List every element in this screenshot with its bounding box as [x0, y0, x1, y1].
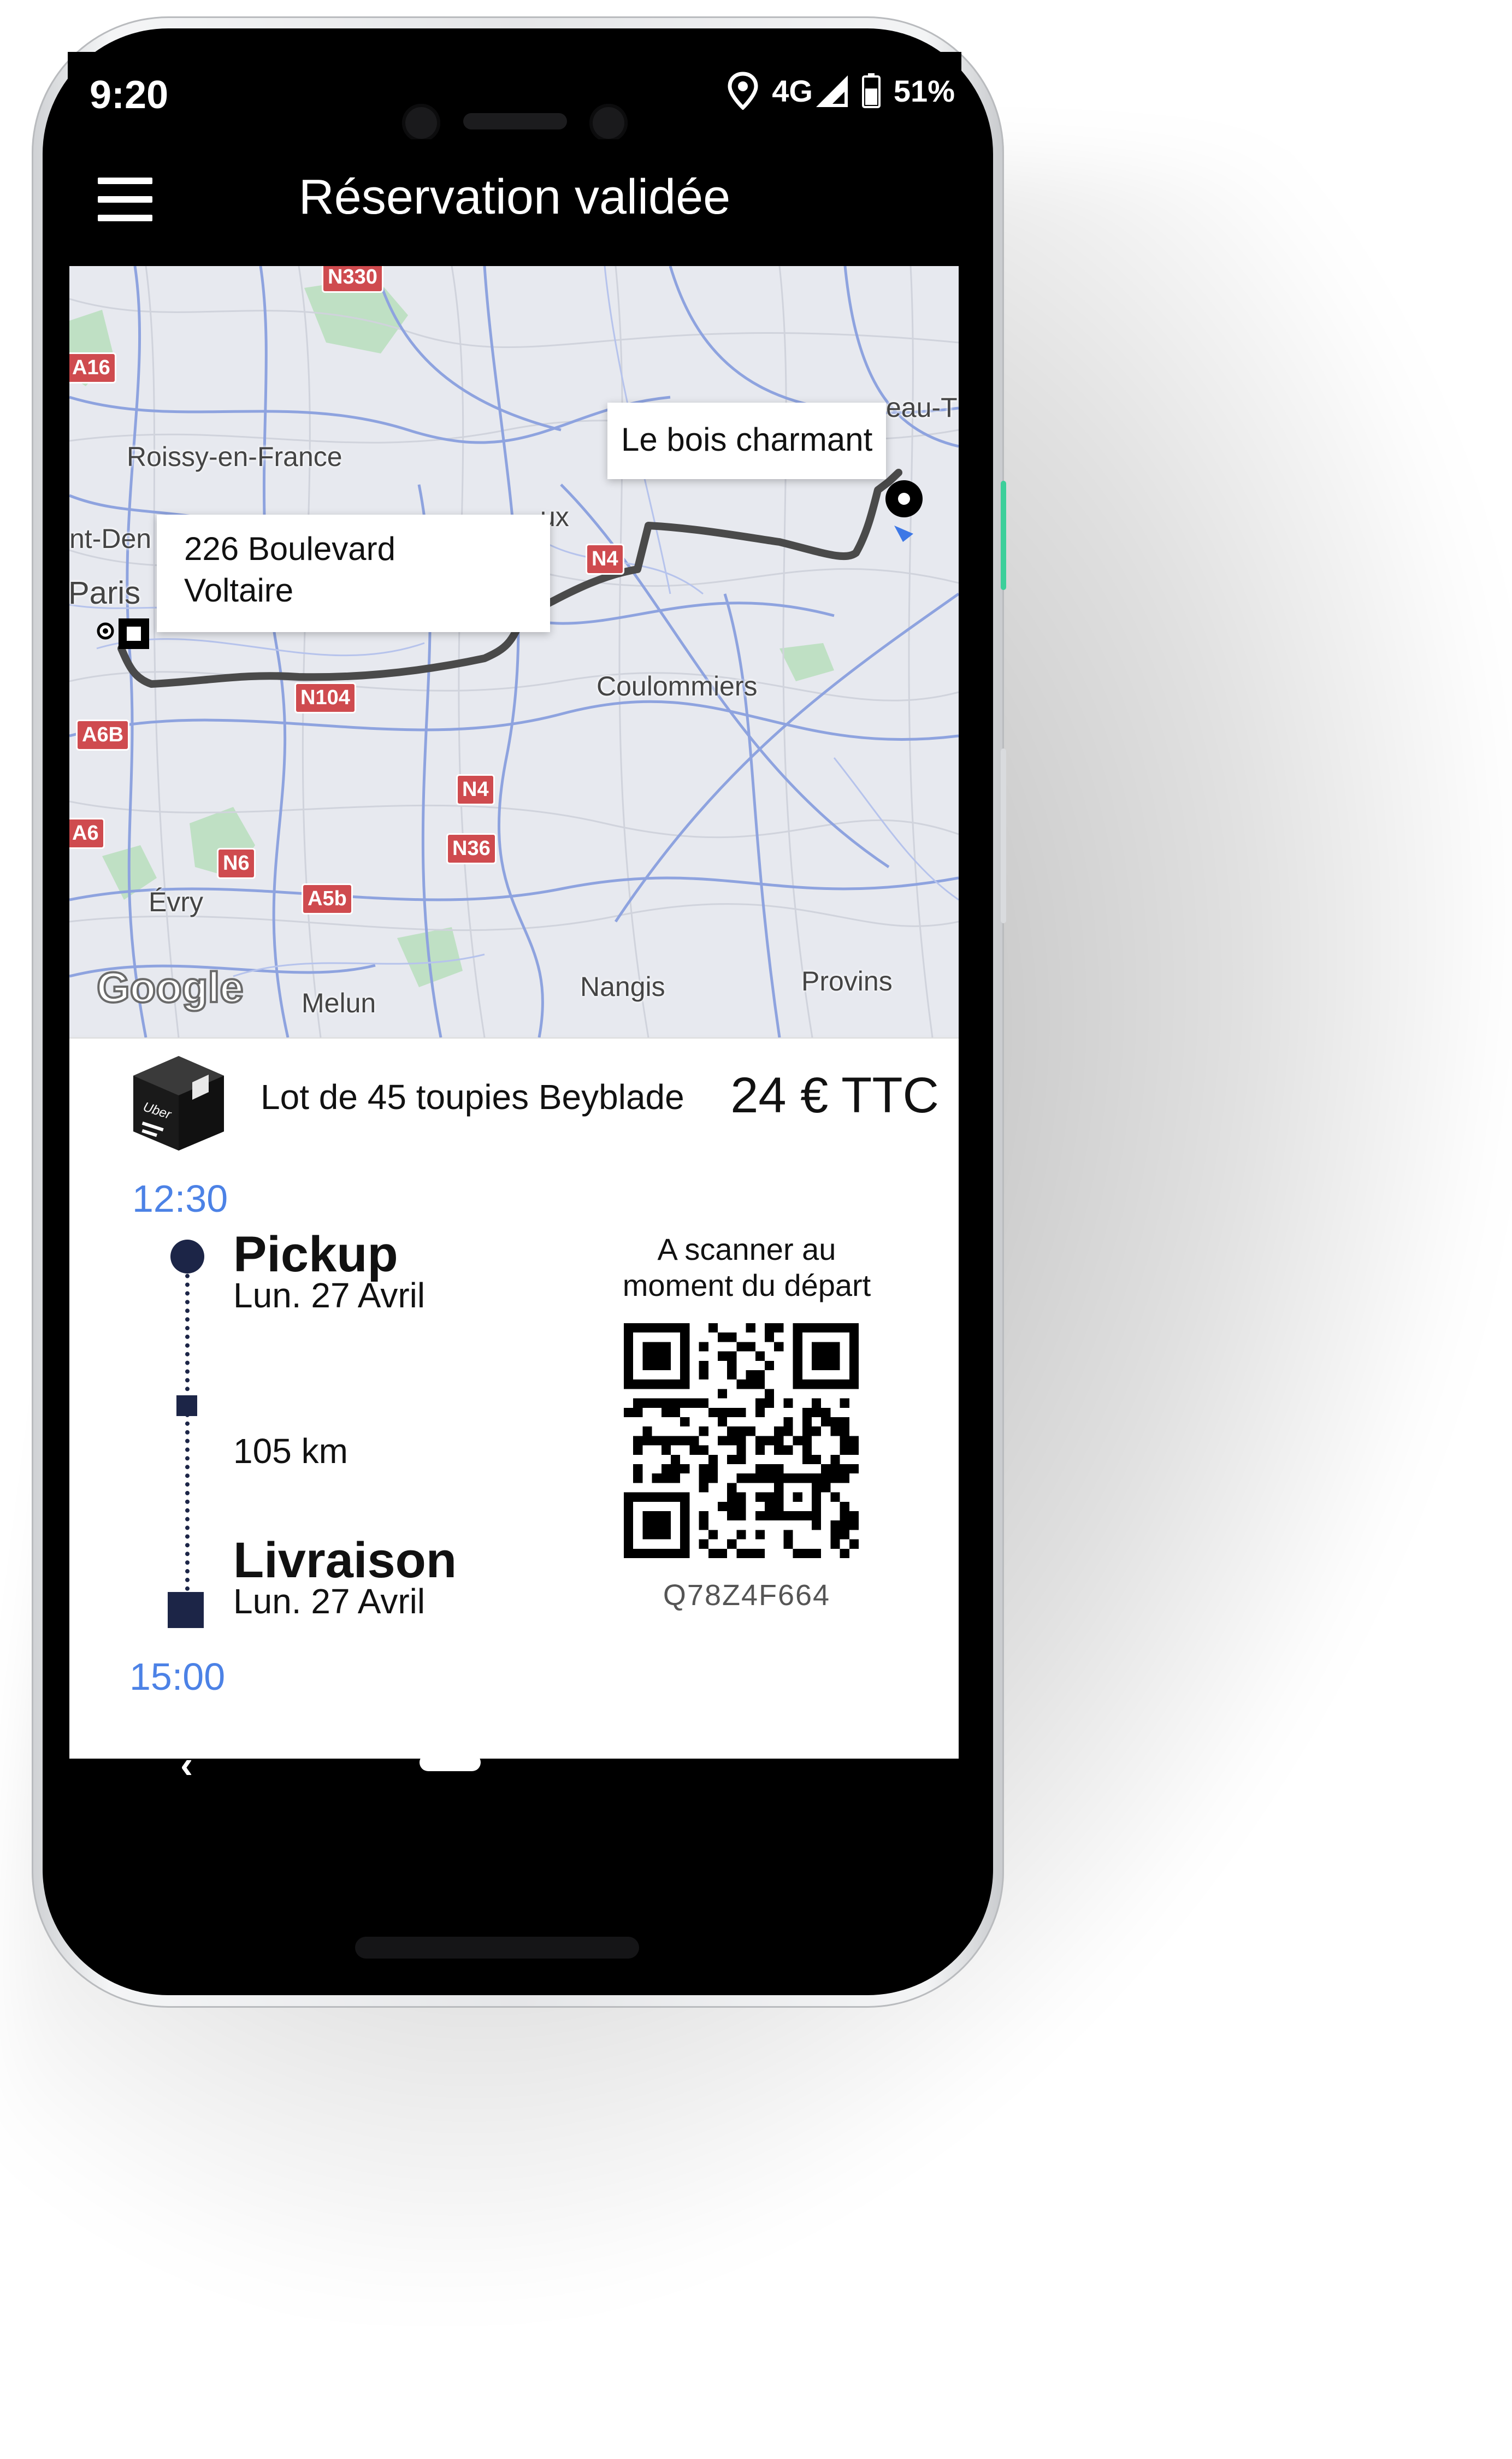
pickup-marker	[170, 1240, 204, 1273]
road-shield: N330	[322, 266, 383, 293]
status-bar: 9:20 4G 51%	[68, 52, 961, 142]
map-label-chateau-thierry: eau-T	[886, 392, 958, 423]
map-label-melun: Melun	[302, 988, 376, 1018]
front-camera-right	[589, 104, 628, 142]
pickup-date: Lun. 27 Avril	[233, 1276, 426, 1315]
map-label-provins: Provins	[801, 966, 893, 996]
end-time: 15:00	[129, 1655, 226, 1698]
delivery-marker	[168, 1592, 204, 1628]
google-logo: Google	[96, 962, 245, 1012]
road-shield: N6	[217, 848, 256, 879]
route-map[interactable]: Roissy-en-France Paris Coulommiers Évry …	[69, 266, 959, 1037]
power-button	[1001, 481, 1006, 590]
road-shield: N4	[456, 774, 495, 805]
trip-details: 12:30 Pickup Lun. 27 Avril 105 km Livrai…	[69, 1155, 959, 1759]
qr-code-text: Q78Z4F664	[663, 1579, 831, 1612]
timeline-line	[185, 1248, 190, 1608]
trip-distance: 105 km	[233, 1431, 348, 1471]
destination-callout: Le bois charmant	[607, 403, 887, 479]
battery-icon	[861, 73, 881, 108]
product-price: 24 € TTC	[730, 1068, 939, 1123]
location-icon	[728, 72, 758, 110]
page-title: Réservation validée	[298, 170, 731, 225]
product-summary: Uber Lot de 45 toupies Beyblade 24 € TTC	[69, 1037, 959, 1156]
phone-screen: 9:20 4G 51% Réservation validée Roissy-e…	[68, 52, 961, 1786]
battery-level: 51%	[893, 73, 955, 108]
map-label-paris: Paris	[69, 575, 141, 611]
road-shield: A16	[69, 352, 116, 384]
map-label-coulommiers: Coulommiers	[596, 671, 758, 701]
delivery-date: Lun. 27 Avril	[233, 1582, 426, 1621]
qr-code-icon	[624, 1323, 859, 1558]
map-label-nangis: Nangis	[580, 971, 665, 1002]
road-shield: A6B	[76, 720, 130, 751]
signal-icon	[816, 75, 848, 107]
start-time: 12:30	[132, 1177, 228, 1220]
app-bar: Réservation validée	[68, 139, 961, 266]
nav-bar	[68, 1759, 961, 1786]
road-shield: N104	[294, 682, 356, 713]
status-icons: 4G 51%	[727, 72, 955, 110]
network-type: 4G	[772, 73, 813, 108]
road-shield: A6	[69, 818, 105, 849]
map-background	[69, 266, 959, 1037]
origin-callout: 226 Boulevard Voltaire	[157, 515, 550, 632]
map-label-saint-denis: nt-Den	[69, 523, 152, 554]
map-label-roissy: Roissy-en-France	[127, 441, 342, 472]
front-camera-left	[402, 104, 440, 142]
status-time: 9:20	[90, 73, 169, 117]
qr-instruction: A scanner au moment du départ	[622, 1232, 871, 1302]
product-name: Lot de 45 toupies Beyblade	[261, 1077, 684, 1117]
road-shield: A5b	[302, 883, 353, 915]
road-shield: N36	[446, 833, 497, 864]
map-label-evry: Évry	[149, 887, 203, 917]
package-icon: Uber	[133, 1056, 224, 1151]
volume-button	[1001, 748, 1006, 923]
earpiece-speaker	[463, 113, 567, 129]
home-button[interactable]	[420, 1754, 481, 1771]
midpoint-marker	[176, 1395, 197, 1416]
road-shield: N4	[586, 544, 624, 575]
back-icon[interactable]: ‹	[180, 1743, 193, 1786]
bottom-speaker	[355, 1937, 639, 1959]
